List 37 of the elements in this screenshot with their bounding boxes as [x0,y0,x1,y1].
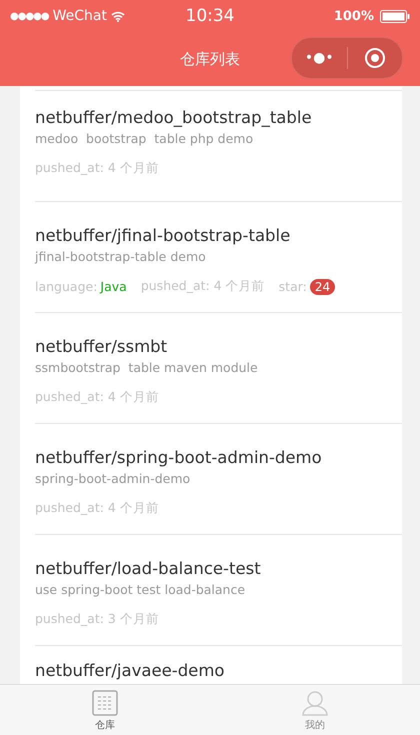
repo-item[interactable]: netbuffer/jfinal-bootstrap-table jfinal-bootstrap-table demo language: Java pushed_at: 4 个月前 star: 24 [35,201,402,312]
repo-item[interactable]: netbuffer/ssmbt ssmbootstrap table maven module pushed_at: 4 个月前 [35,312,402,423]
repo-description: spring-boot-admin-demo [35,471,192,486]
repo-name: netbuffer/javaee-demo [35,661,226,680]
star-count: 24 [310,278,336,294]
repo-description: medoo bootstrap table php demo [35,131,254,146]
clock-time: 10:34 [186,6,234,26]
repo-description: jfinal-bootstrap-table demo [35,249,207,264]
pushed-date: pushed_at: 4 个月前 [35,160,159,177]
repo-item[interactable]: netbuffer/spring-boot-admin-demo spring-boot-admin-demo pushed_at: 4 个月前 [35,423,402,534]
repo-item[interactable]: netbuffer/medoo_bootstrap_table medoo bootstrap table php demo pushed_at: 4 个月前 [35,90,402,201]
pushed-date: pushed_at: 4 个月前 [140,278,265,295]
repo-description: use spring-boot test load-balance [35,582,246,597]
repo-name: netbuffer/load-balance-test [35,559,262,578]
star-label: star: [278,279,307,294]
wifi-icon [111,10,125,22]
battery-icon [380,10,410,22]
repo-name: netbuffer/medoo_bootstrap_table [35,108,313,127]
language-value: Java [100,279,127,294]
person-icon [302,690,328,716]
target-icon [364,47,386,69]
more-button[interactable]: •●• [292,38,346,78]
tab-item[interactable]: 仓库 [0,685,210,735]
repo-name: netbuffer/ssmbt [35,337,168,356]
grid-icon [92,690,118,716]
battery-percent: 100% [334,8,374,24]
repo-name: netbuffer/jfinal-bootstrap-table [35,226,292,245]
pushed-date: pushed_at: 4 个月前 [35,389,159,406]
repo-name: netbuffer/spring-boot-admin-demo [35,448,323,467]
language-label: language: [35,279,98,294]
carrier-name: WeChat [52,8,107,24]
repo-item[interactable]: netbuffer/load-balance-test use spring-boot test load-balance pushed_at: 3 个月前 [35,534,402,645]
signal-dots: ●●●●● [10,10,49,22]
pushed-date: pushed_at: 4 个月前 [35,500,159,517]
pushed-date: pushed_at: 3 个月前 [35,611,159,628]
page-title: 仓库列表 [180,50,240,68]
repo-description: ssmbootstrap table maven module [35,360,259,375]
